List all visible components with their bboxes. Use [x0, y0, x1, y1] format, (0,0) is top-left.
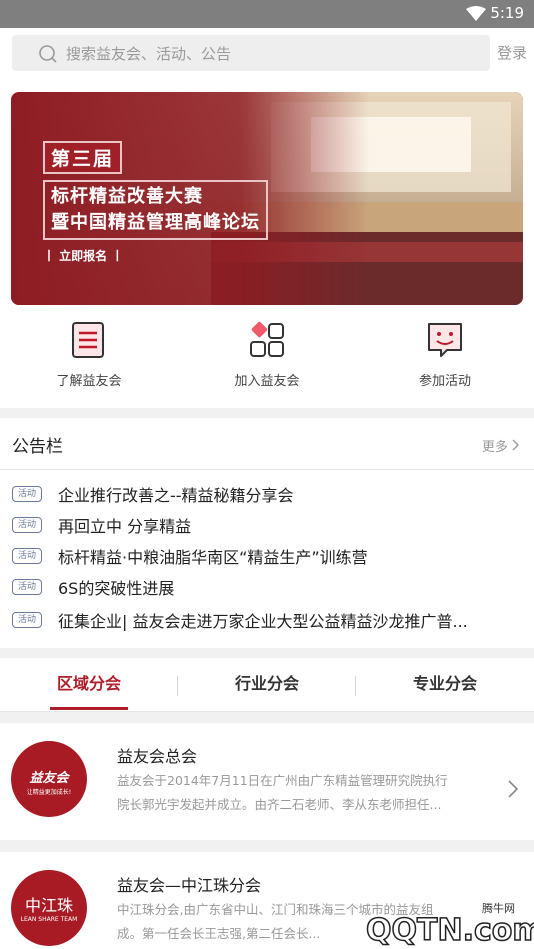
quick-action-events-label: 参加活动 [418, 374, 471, 389]
quick-action-join[interactable]: 加入益友会 [178, 318, 356, 389]
branch-name: 益友会总会 [117, 747, 198, 766]
search-input[interactable]: 搜索益友会、活动、公告 [12, 35, 490, 71]
branch-tabs: 区域分会 行业分会 专业分会 [0, 658, 534, 712]
branch-logo-subtext: LEAN SHARE TEAM [20, 916, 78, 923]
banner-title-line1: 标杆精益改善大赛 [51, 186, 203, 207]
status-bar: 5:19 [0, 0, 534, 28]
banner-badge: 第三届 [43, 141, 123, 174]
branch-logo: 中江珠 LEAN SHARE TEAM [11, 870, 87, 946]
branch-desc-line2: 院长郭光宇发起并成立。由齐二石老师、李从东老师担任... [117, 797, 442, 812]
event-banner[interactable]: 第三届 标杆精益改善大赛 暨中国精益管理高峰论坛 丨 立即报名 丨 [11, 92, 523, 305]
banner-title-line2: 暨中国精益管理高峰论坛 [51, 212, 260, 233]
notice-text: 征集企业| 益友会走进万家企业大型公益精益沙龙推广普... [58, 612, 468, 631]
branch-desc-line1: 益友会于2014年7月11日在广州由广东精益管理研究院执行 [117, 773, 448, 788]
watermark-text: QQTN.com [366, 913, 534, 948]
search-placeholder: 搜索益友会、活动、公告 [66, 45, 232, 63]
quick-action-about-label: 了解益友会 [56, 374, 122, 389]
tab-industry[interactable]: 行业分会 [178, 658, 356, 712]
smile-chat-icon [423, 318, 467, 362]
notice-item[interactable]: 活动 企业推行改善之--精益秘籍分享会 [12, 482, 522, 506]
quick-action-events[interactable]: 参加活动 [356, 318, 534, 389]
search-icon [38, 44, 58, 68]
notice-more-link[interactable]: 更多 [482, 436, 520, 455]
notice-more-label: 更多 [481, 440, 508, 455]
banner-signup: 丨 立即报名 丨 [43, 249, 124, 263]
apps-grid-icon [245, 318, 289, 362]
tab-professional[interactable]: 专业分会 [356, 658, 534, 712]
notice-text: 6S的突破性进展 [58, 579, 175, 598]
quick-action-join-label: 加入益友会 [234, 374, 300, 389]
search-bar: 搜索益友会、活动、公告 登录 [0, 28, 534, 80]
notice-item[interactable]: 活动 征集企业| 益友会走进万家企业大型公益精益沙龙推广普... [12, 608, 522, 632]
notice-tag: 活动 [12, 517, 42, 533]
login-button[interactable]: 登录 [497, 42, 527, 63]
branch-card[interactable]: 益友会 让精益更加成长! 益友会总会 益友会于2014年7月11日在广州由广东精… [0, 723, 534, 840]
notice-divider [0, 469, 534, 470]
tab-professional-label: 专业分会 [412, 674, 477, 693]
notice-tag: 活动 [12, 579, 42, 595]
wifi-icon [466, 6, 486, 26]
tab-regional[interactable]: 区域分会 [0, 658, 178, 712]
branch-name: 益友会—中江珠分会 [117, 876, 262, 895]
notice-text: 企业推行改善之--精益秘籍分享会 [58, 486, 294, 505]
banner-title: 标杆精益改善大赛 暨中国精益管理高峰论坛 [43, 180, 268, 240]
branch-logo-text: 益友会 [29, 771, 69, 786]
notice-heading: 公告栏 [12, 437, 63, 457]
notice-tag: 活动 [12, 486, 42, 502]
status-time: 5:19 [490, 4, 524, 22]
notice-item[interactable]: 活动 再回立中 分享精益 [12, 513, 522, 537]
watermark-logo: 腾牛网 QQTN.com [322, 890, 534, 949]
chevron-right-icon [512, 439, 519, 451]
tab-active-indicator [50, 707, 128, 710]
chevron-right-icon [508, 780, 518, 798]
branch-logo: 益友会 让精益更加成长! [11, 741, 87, 817]
tab-industry-label: 行业分会 [234, 674, 299, 693]
notice-item[interactable]: 活动 6S的突破性进展 [12, 575, 522, 599]
notice-item[interactable]: 活动 标杆精益·中粮油脂华南区“精益生产”训练营 [12, 544, 522, 568]
notice-board: 公告栏 更多 活动 企业推行改善之--精益秘籍分享会 活动 再回立中 分享精益 … [0, 418, 534, 648]
quick-action-about[interactable]: 了解益友会 [0, 318, 178, 389]
branch-logo-text: 中江珠 [24, 896, 73, 915]
document-icon [67, 318, 111, 362]
branch-logo-subtext: 让精益更加成长! [26, 789, 72, 796]
notice-tag: 活动 [12, 612, 42, 628]
tab-regional-label: 区域分会 [56, 674, 121, 693]
notice-text: 再回立中 分享精益 [58, 517, 192, 536]
notice-tag: 活动 [12, 548, 42, 564]
notice-text: 标杆精益·中粮油脂华南区“精益生产”训练营 [58, 548, 368, 567]
